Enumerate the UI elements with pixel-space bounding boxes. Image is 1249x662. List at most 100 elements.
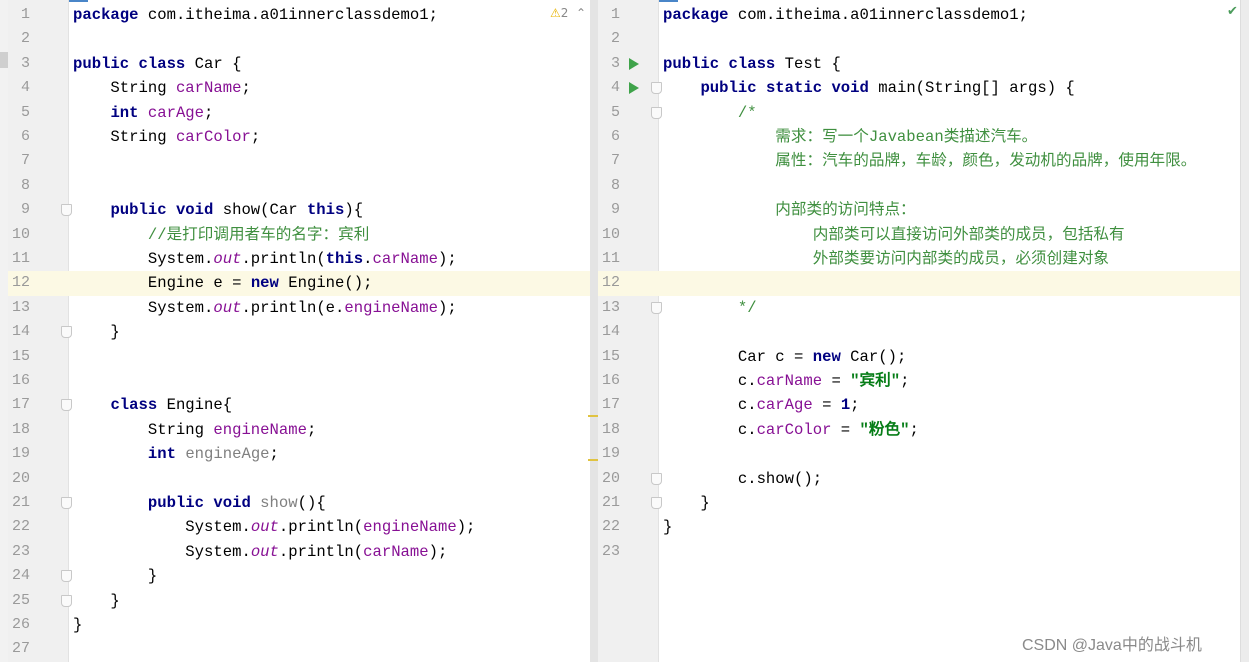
fold-icon[interactable] xyxy=(651,82,662,95)
code-line[interactable]: 19 xyxy=(598,442,1240,466)
fold-icon[interactable] xyxy=(61,326,72,339)
vertical-scrollbar[interactable] xyxy=(1240,0,1249,662)
code-text: System.out.println(this.carName); xyxy=(73,247,457,271)
run-icon[interactable] xyxy=(629,82,639,95)
code-line[interactable]: 17 c.carAge = 1; xyxy=(598,393,1240,417)
code-token: ; xyxy=(850,396,860,415)
code-line[interactable]: 1 package com.itheima.a01innerclassdemo1; xyxy=(598,3,1240,27)
code-line[interactable]: 10 //是打印调用者车的名字：宾利 xyxy=(8,223,590,247)
code-line[interactable]: 14 } xyxy=(8,320,590,344)
tool-strip-marker[interactable] xyxy=(0,52,8,68)
code-token: = xyxy=(822,372,851,390)
code-line[interactable]: 6 需求：写一个Javabean类描述汽车。 xyxy=(598,125,1240,149)
code-line[interactable]: 22} xyxy=(598,515,1240,539)
code-line[interactable]: 11 System.out.println(this.carName); xyxy=(8,247,590,271)
code-token: "粉色" xyxy=(859,420,910,439)
code-token: } xyxy=(663,494,710,512)
code-line[interactable]: 2 xyxy=(8,27,590,51)
code-text: c.carColor = "粉色"; xyxy=(663,418,919,442)
fold-icon[interactable] xyxy=(61,399,72,412)
code-text: 外部类要访问内部类的成员，必须创建对象 xyxy=(663,247,1109,271)
code-text: c.carAge = 1; xyxy=(663,393,860,417)
run-icon[interactable] xyxy=(629,57,639,70)
code-line[interactable]: 7 xyxy=(8,149,590,173)
code-line[interactable]: 4 public static void main(String[] args)… xyxy=(598,76,1240,100)
code-line[interactable]: 6 String carColor; xyxy=(8,125,590,149)
code-line[interactable]: 23 System.out.println(carName); xyxy=(8,540,590,564)
code-line[interactable]: 15 xyxy=(8,345,590,369)
code-line[interactable]: 16 xyxy=(8,369,590,393)
code-token: show(Car xyxy=(213,201,307,220)
code-line[interactable]: 3 public class Test { xyxy=(598,52,1240,76)
fold-icon[interactable] xyxy=(61,594,72,607)
code-line[interactable]: 20 c.show(); xyxy=(598,467,1240,491)
code-line[interactable]: 18 c.carColor = "粉色"; xyxy=(598,418,1240,442)
code-token: Car { xyxy=(185,54,242,73)
code-line[interactable]: 1 package com.itheima.a01innerclassdemo1; xyxy=(8,3,590,27)
fold-icon[interactable] xyxy=(61,204,72,217)
code-line[interactable]: 22 System.out.println(engineName); xyxy=(8,515,590,539)
code-line[interactable]: 23 xyxy=(598,540,1240,564)
fold-icon[interactable] xyxy=(651,106,662,119)
line-number: 23 xyxy=(601,542,620,560)
code-token: carColor xyxy=(175,128,251,146)
fold-icon[interactable] xyxy=(651,497,662,509)
code-token: .println( xyxy=(278,518,364,537)
code-token: String xyxy=(73,128,176,146)
code-line[interactable]: 21 } xyxy=(598,491,1240,515)
editor-pane-test[interactable]: 1 package com.itheima.a01innerclassdemo1;… xyxy=(598,0,1240,662)
code-line[interactable]: 10 内部类可以直接访问外部类的成员，包括私有 xyxy=(598,223,1240,247)
line-number: 22 xyxy=(601,518,620,536)
code-line[interactable]: 24 } xyxy=(8,564,590,588)
code-line[interactable]: 19 int engineAge; xyxy=(8,442,590,466)
code-line[interactable]: 3 public class Car { xyxy=(8,52,590,76)
code-line[interactable]: 13 */ xyxy=(598,296,1240,320)
line-number: 11 xyxy=(11,250,30,267)
fold-icon[interactable] xyxy=(651,472,662,485)
code-token: main(String[] args) { xyxy=(868,79,1075,98)
code-line[interactable]: 7 属性：汽车的品牌，车龄，颜色，发动机的品牌，使用年限。 xyxy=(598,149,1240,173)
fold-icon[interactable] xyxy=(61,570,72,583)
code-line[interactable]: 11 外部类要访问内部类的成员，必须创建对象 xyxy=(598,247,1240,271)
split-divider[interactable] xyxy=(590,0,598,662)
watermark: CSDN @Java中的战斗机 xyxy=(1022,637,1202,654)
code-token: public class xyxy=(663,54,776,73)
code-line[interactable]: 5 /* xyxy=(598,101,1240,125)
code-line[interactable]: 15 Car c = new Car(); xyxy=(598,345,1240,369)
code-text: 需求：写一个Javabean类描述汽车。 xyxy=(663,125,1037,149)
code-line[interactable]: 5 int carAge; xyxy=(8,101,590,125)
check-icon[interactable]: ✔ xyxy=(1227,4,1238,19)
code-token: 内部类可以直接访问外部类的成员，包括私有 xyxy=(663,225,1125,244)
code-line[interactable]: 9 public void show(Car this){ xyxy=(8,198,590,222)
code-line[interactable]: 12 Engine e = new Engine(); xyxy=(8,271,590,296)
previous-highlight-icon[interactable]: ⌃ xyxy=(576,6,586,20)
code-token: Car(); xyxy=(840,347,907,366)
inspection-widget[interactable]: ⚠2 ⌃ ⌄ xyxy=(550,6,590,20)
code-line[interactable]: 25 } xyxy=(8,589,590,613)
code-line[interactable]: 18 String engineName; xyxy=(8,418,590,442)
code-line[interactable]: 17 class Engine{ xyxy=(8,393,590,417)
fold-icon[interactable] xyxy=(651,301,662,314)
code-line[interactable]: 8 xyxy=(598,174,1240,198)
code-line[interactable]: 13 System.out.println(e.engineName); xyxy=(8,296,590,320)
code-line[interactable]: 14 xyxy=(598,320,1240,344)
code-line[interactable]: 2 xyxy=(598,27,1240,51)
fold-icon[interactable] xyxy=(61,497,72,509)
code-line[interactable]: 27 xyxy=(8,637,590,661)
editor-pane-car[interactable]: 1 package com.itheima.a01innerclassdemo1;… xyxy=(8,0,590,662)
code-line[interactable]: 8 xyxy=(8,174,590,198)
line-number: 7 xyxy=(610,152,620,170)
code-line[interactable]: 12 xyxy=(598,271,1240,296)
code-token: package xyxy=(73,6,139,24)
code-line[interactable]: 26} xyxy=(8,613,590,637)
code-line[interactable]: 16 c.carName = "宾利"; xyxy=(598,369,1240,393)
code-text: 内部类的访问特点： xyxy=(663,198,915,222)
code-line[interactable]: 21 public void show(){ xyxy=(8,491,590,515)
code-line[interactable]: 9 内部类的访问特点： xyxy=(598,198,1240,222)
code-line[interactable]: 4 String carName; xyxy=(8,76,590,100)
line-number: 1 xyxy=(20,6,30,23)
code-line[interactable]: 20 xyxy=(8,467,590,491)
code-token: .println(e. xyxy=(241,298,345,317)
